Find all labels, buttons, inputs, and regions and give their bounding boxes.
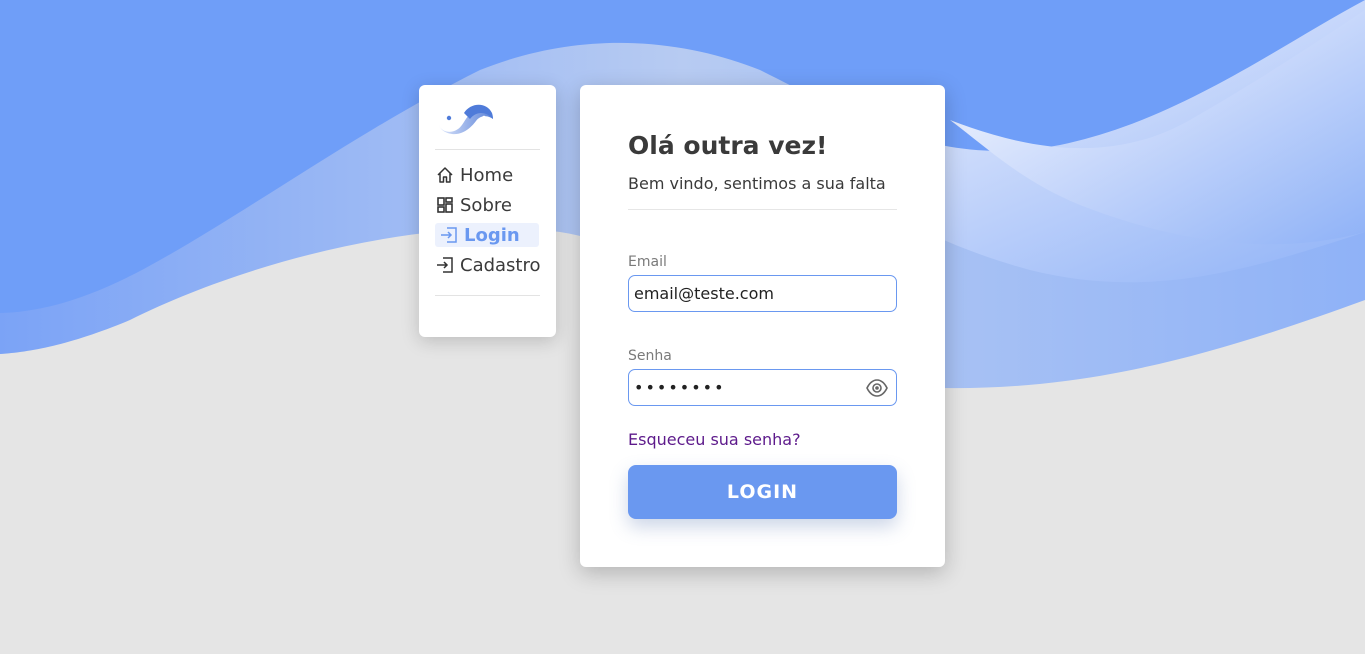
nav-divider-top	[435, 149, 540, 150]
nav-item-login[interactable]: Login	[435, 223, 539, 247]
home-icon	[435, 165, 455, 185]
login-icon	[439, 225, 459, 245]
email-field[interactable]	[629, 284, 896, 303]
logo-icon[interactable]	[436, 101, 494, 137]
grid-icon	[435, 195, 455, 215]
nav-divider-bottom	[435, 295, 540, 296]
nav-item-label: Sobre	[460, 194, 512, 216]
password-label: Senha	[628, 348, 672, 364]
nav-item-sobre[interactable]: Sobre	[435, 193, 541, 217]
nav-item-home[interactable]: Home	[435, 163, 541, 187]
email-field-wrapper	[628, 275, 897, 312]
nav-item-label: Login	[464, 224, 520, 246]
page-title: Olá outra vez!	[628, 131, 828, 160]
login-card: Olá outra vez! Bem vindo, sentimos a sua…	[580, 85, 945, 567]
email-label: Email	[628, 254, 667, 270]
nav-item-label: Cadastro	[460, 254, 541, 276]
password-field[interactable]	[629, 378, 896, 397]
nav-item-cadastro[interactable]: Cadastro	[435, 253, 541, 277]
password-field-wrapper	[628, 369, 897, 406]
forgot-password-link[interactable]: Esqueceu sua senha?	[628, 430, 801, 449]
nav-list: Home Sobre Login Cadastro	[435, 163, 541, 283]
eye-icon[interactable]	[866, 378, 888, 398]
login-icon	[435, 255, 455, 275]
page-subtitle: Bem vindo, sentimos a sua falta	[628, 174, 886, 193]
nav-item-label: Home	[460, 164, 514, 186]
card-divider	[628, 209, 897, 210]
nav-card: Home Sobre Login Cadastro	[419, 85, 556, 337]
login-button[interactable]: LOGIN	[628, 465, 897, 519]
